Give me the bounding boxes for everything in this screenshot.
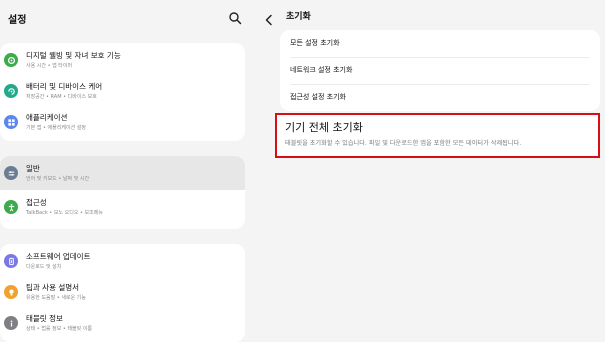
reset-accessibility-settings-item[interactable]: 접근성 설정 초기화 — [280, 84, 600, 111]
reset-all-settings-item[interactable]: 모든 설정 초기화 — [280, 30, 600, 57]
reset-option-label: 모든 설정 초기화 — [290, 39, 340, 47]
settings-header: 설정 — [8, 8, 244, 26]
tips-icon — [4, 285, 18, 299]
sidebar-item-apps[interactable]: 애플리케이션 기본 앱 • 애플리케이션 설정 — [0, 109, 245, 139]
item-subtitle: 유용한 도움말 • 새로운 기능 — [26, 295, 86, 301]
factory-reset-title: 기기 전체 초기화 — [285, 121, 363, 134]
sidebar-item-software-update[interactable]: 소프트웨어 업데이트 다운로드 및 설치 — [0, 248, 245, 278]
item-subtitle: 저장공간 • RAM • 디바이스 보호 — [26, 94, 97, 100]
item-subtitle: 사용 시간 • 앱 타이머 — [26, 63, 73, 69]
reset-option-label: 접근성 설정 초기화 — [290, 93, 346, 101]
general-management-icon — [4, 166, 18, 180]
factory-reset-description: 태블릿을 초기화할 수 있습니다. 파일 및 다운로드한 앱을 포함한 모든 데… — [285, 140, 522, 147]
device-care-icon — [4, 84, 18, 98]
sidebar-item-tablet-info[interactable]: 태블릿 정보 상태 • 법률 정보 • 태블릿 이름 — [0, 310, 245, 340]
item-title: 태블릿 정보 — [26, 314, 63, 323]
item-title: 애플리케이션 — [26, 113, 68, 122]
reset-options-group: 모든 설정 초기화 네트워크 설정 초기화 접근성 설정 초기화 — [280, 30, 600, 111]
reset-detail-pane: 초기화 모든 설정 초기화 네트워크 설정 초기화 접근성 설정 초기화 기기 … — [250, 0, 605, 342]
page-title: 초기화 — [286, 12, 311, 22]
page-title: 설정 — [8, 15, 27, 26]
sidebar-item-digital-wellbeing[interactable]: 디지털 웰빙 및 자녀 보호 기능 사용 시간 • 앱 타이머 — [0, 47, 245, 77]
item-title: 배터리 및 디바이스 케어 — [26, 82, 103, 91]
settings-group-1: 디지털 웰빙 및 자녀 보호 기능 사용 시간 • 앱 타이머 배터리 및 디바… — [0, 43, 245, 141]
back-arrow-icon[interactable] — [264, 11, 274, 26]
reset-option-label: 네트워크 설정 초기화 — [290, 66, 353, 74]
sidebar-item-general[interactable]: 일반 언어 및 키보드 • 날짜 및 시간 — [0, 160, 245, 190]
settings-list-pane: 설정 디지털 웰빙 및 자녀 보호 기능 사용 시간 • 앱 타이머 배터리 및… — [0, 0, 250, 342]
item-subtitle: TalkBack • 모노 오디오 • 보조메뉴 — [26, 210, 103, 216]
sidebar-item-accessibility[interactable]: 접근성 TalkBack • 모노 오디오 • 보조메뉴 — [0, 194, 245, 224]
software-update-icon — [4, 254, 18, 268]
item-subtitle: 다운로드 및 설치 — [26, 264, 62, 270]
sidebar-item-tips[interactable]: 팁과 사용 설명서 유용한 도움말 • 새로운 기능 — [0, 279, 245, 309]
factory-data-reset-item[interactable]: 기기 전체 초기화 태블릿을 초기화할 수 있습니다. 파일 및 다운로드한 앱… — [275, 113, 600, 158]
apps-icon — [4, 115, 18, 129]
settings-group-2: 일반 언어 및 키보드 • 날짜 및 시간 접근성 TalkBack • 모노 … — [0, 156, 245, 229]
item-subtitle: 기본 앱 • 애플리케이션 설정 — [26, 125, 86, 131]
search-icon[interactable] — [228, 10, 242, 25]
item-subtitle: 상태 • 법률 정보 • 태블릿 이름 — [26, 326, 93, 332]
accessibility-icon — [4, 200, 18, 214]
item-title: 소프트웨어 업데이트 — [26, 252, 91, 261]
item-title: 팁과 사용 설명서 — [26, 283, 80, 292]
reset-network-settings-item[interactable]: 네트워크 설정 초기화 — [280, 57, 600, 84]
item-title: 디지털 웰빙 및 자녀 보호 기능 — [26, 51, 121, 60]
settings-group-3: 소프트웨어 업데이트 다운로드 및 설치 팁과 사용 설명서 유용한 도움말 •… — [0, 244, 245, 342]
digital-wellbeing-icon — [4, 53, 18, 67]
tablet-info-icon — [4, 316, 18, 330]
sidebar-item-device-care[interactable]: 배터리 및 디바이스 케어 저장공간 • RAM • 디바이스 보호 — [0, 78, 245, 108]
item-subtitle: 언어 및 키보드 • 날짜 및 시간 — [26, 176, 90, 182]
item-title: 접근성 — [26, 198, 47, 207]
item-title: 일반 — [26, 164, 40, 173]
